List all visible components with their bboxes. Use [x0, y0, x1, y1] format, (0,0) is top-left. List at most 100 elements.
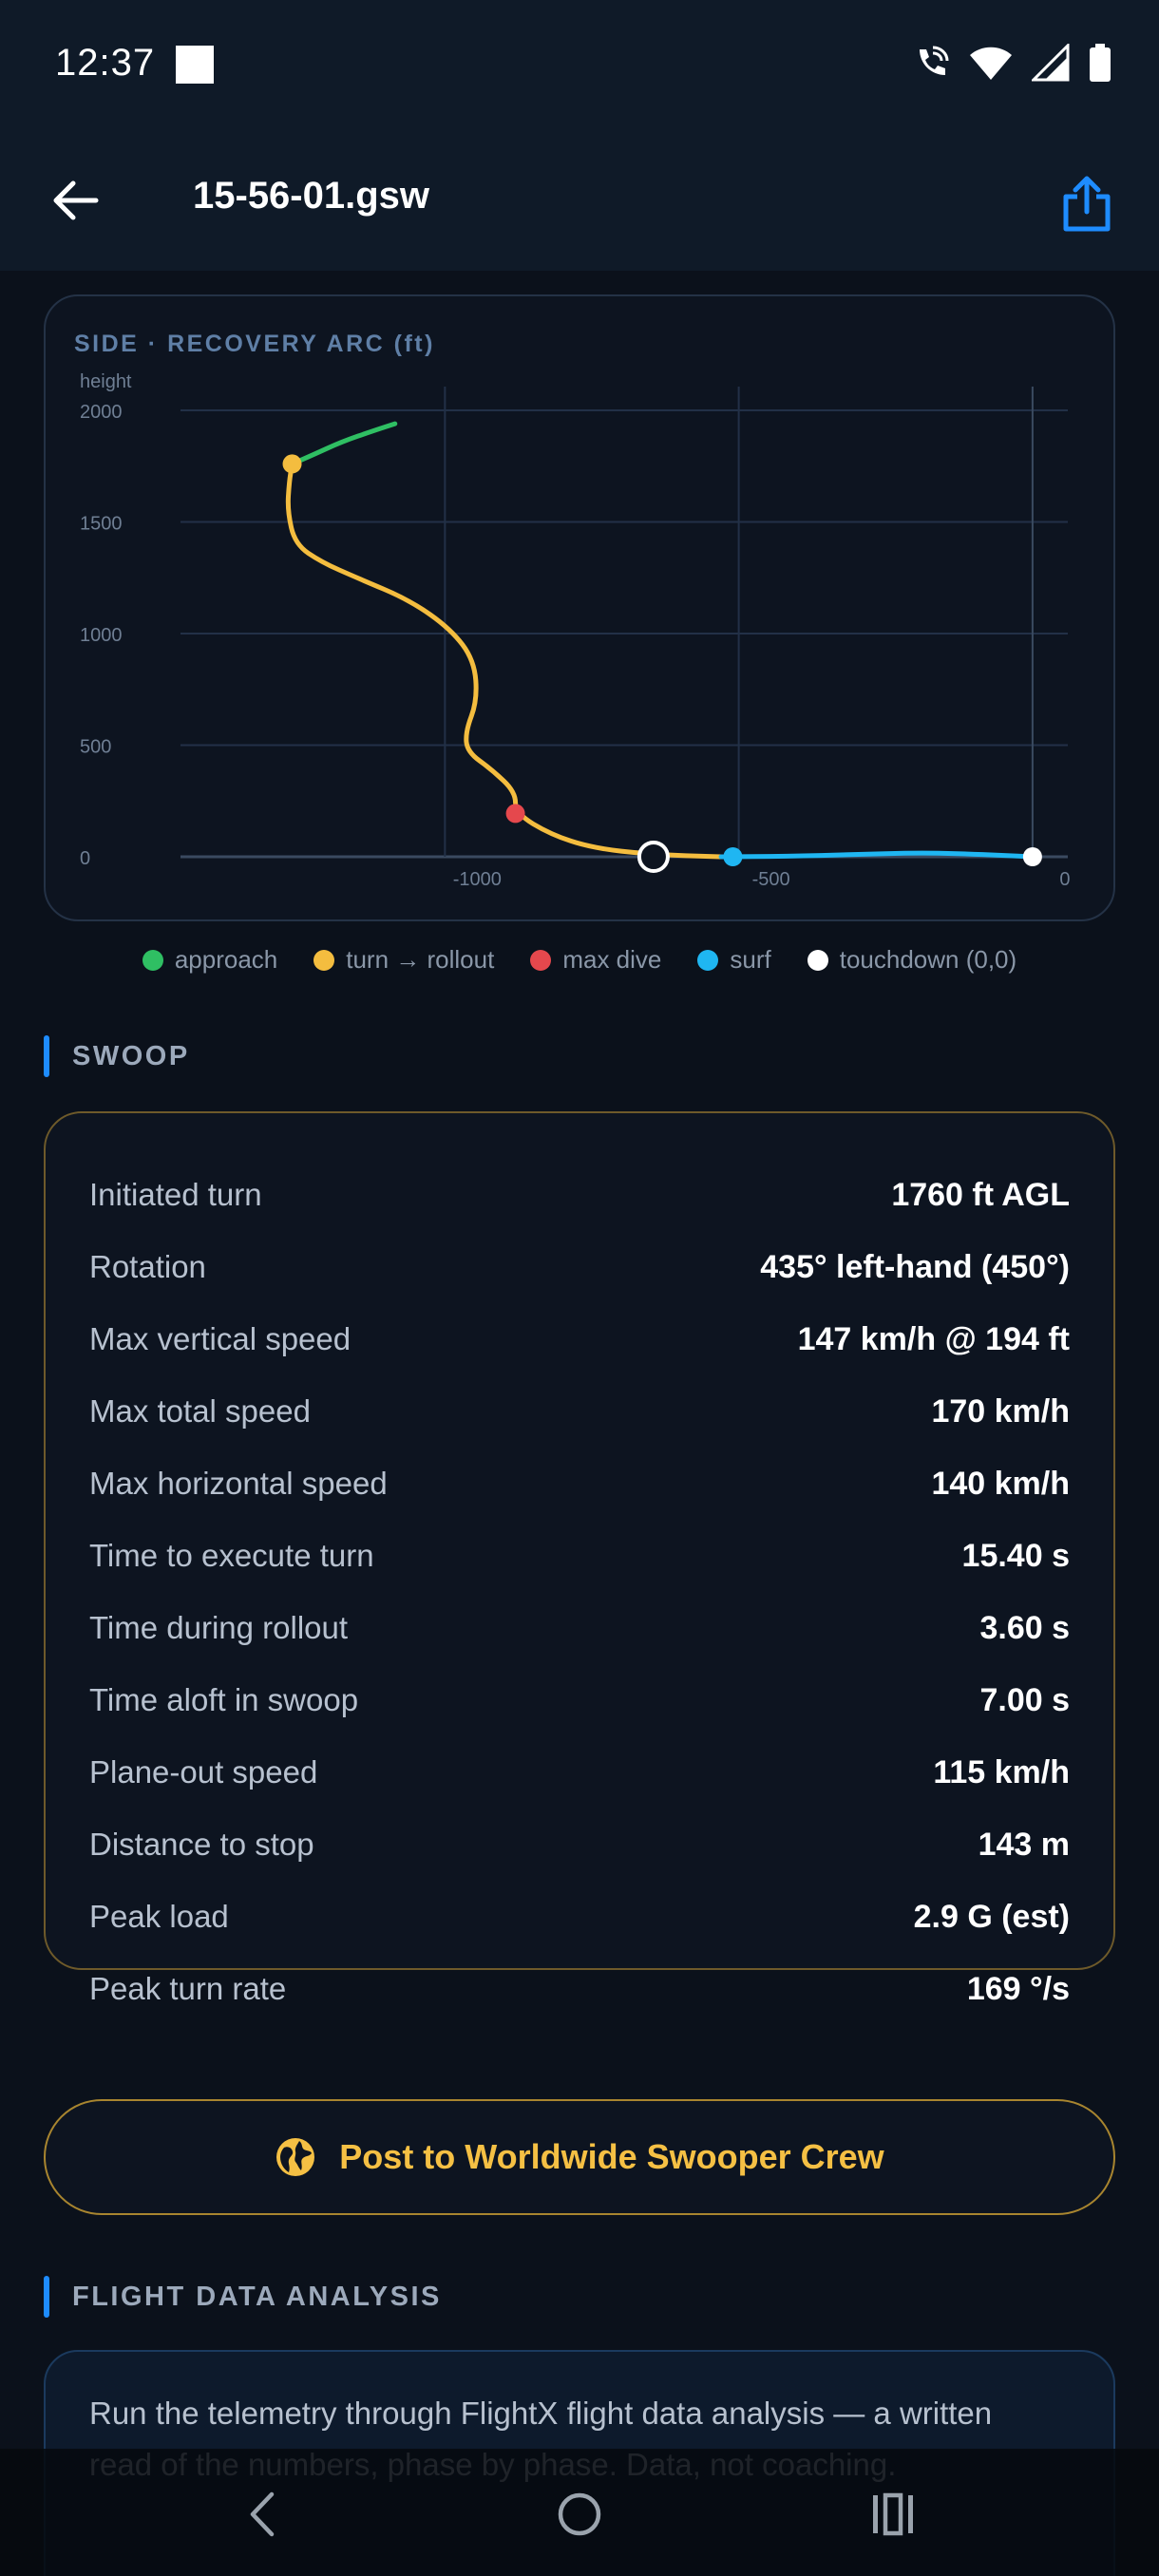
legend-label: turn → rollout — [346, 945, 495, 974]
stat-value: 7.00 s — [979, 1681, 1070, 1718]
stat-label: Initiated turn — [89, 1177, 262, 1212]
legend-swatch — [697, 949, 719, 971]
status-time: 12:37 — [55, 42, 156, 84]
analysis-section-header: FLIGHT DATA ANALYSIS — [44, 2276, 442, 2318]
legend-item: surf — [697, 945, 771, 975]
nav-recents-button[interactable] — [850, 2472, 936, 2557]
legend-swatch — [142, 949, 163, 971]
stat-label: Max vertical speed — [89, 1321, 352, 1356]
wifi-calling-icon — [920, 46, 949, 75]
system-nav-bar — [0, 2449, 1159, 2576]
legend-item: touchdown (0,0) — [807, 945, 1017, 975]
stat-row: Initiated turn 1760 ft AGL — [89, 1159, 1070, 1231]
notification-icon — [176, 46, 214, 84]
legend-label: touchdown (0,0) — [839, 945, 1017, 974]
arrow-left-icon — [53, 180, 99, 220]
status-bar: 12:37 — [0, 0, 1159, 133]
legend-label: max dive — [562, 945, 662, 974]
series-line-surf — [718, 850, 1036, 860]
app-bar: 15-56-01.gsw — [0, 133, 1159, 271]
share-icon — [1063, 176, 1111, 232]
stat-row: Max vertical speed 147 km/h @ 194 ft — [89, 1303, 1070, 1375]
wifi-icon — [970, 47, 1012, 80]
screen: 12:37 15-56-01.gsw SIDE · RECOVERY ARC (… — [0, 0, 1159, 2576]
stat-row: Rotation 435° left-hand (450°) — [89, 1231, 1070, 1303]
stat-value: 169 °/s — [966, 1970, 1070, 2007]
chart-legend: approach turn → rollout max dive surf touchd… — [0, 945, 1159, 975]
legend-swatch — [807, 949, 828, 971]
stat-row: Peak load 2.9 G (est) — [89, 1881, 1070, 1953]
stat-label: Distance to stop — [89, 1827, 314, 1862]
x-tick-label: 0 — [1059, 869, 1070, 890]
globe-icon — [276, 2138, 315, 2176]
stat-row: Max total speed 170 km/h — [89, 1375, 1070, 1448]
stat-label: Max total speed — [89, 1393, 311, 1429]
recovery-arc-chart: 0 500 1000 1500 2000 -1000 -500 0 height — [80, 371, 1070, 890]
stat-row: Time during rollout 3.60 s — [89, 1592, 1070, 1664]
home-nav-icon — [558, 2492, 601, 2536]
legend-swatch — [314, 949, 335, 971]
status-icons — [912, 42, 1112, 84]
stat-row: Peak turn rate 169 °/s — [89, 1953, 1070, 2025]
y-tick-label: 1000 — [80, 625, 123, 646]
y-tick-label: 500 — [80, 737, 111, 758]
analysis-section-label: FLIGHT DATA ANALYSIS — [72, 2281, 442, 2312]
stat-label: Rotation — [89, 1249, 206, 1284]
post-to-crew-button[interactable]: Post to Worldwide Swooper Crew — [44, 2099, 1115, 2215]
stat-value: 2.9 G (est) — [913, 1898, 1070, 1935]
stat-value: 170 km/h — [931, 1392, 1070, 1430]
stat-label: Time aloft in swoop — [89, 1682, 359, 1717]
recents-nav-icon — [873, 2492, 913, 2536]
stat-value: 143 m — [978, 1826, 1070, 1863]
stat-label: Peak turn rate — [89, 1971, 287, 2006]
x-tick-label: -1000 — [453, 869, 502, 890]
post-button-label: Post to Worldwide Swooper Crew — [339, 2137, 884, 2176]
file-title: 15-56-01.gsw — [193, 175, 430, 217]
recovery-arc-chart-card: SIDE · RECOVERY ARC (ft) 0 500 1000 1500 200… — [44, 294, 1115, 921]
stat-row: Max horizontal speed 140 km/h — [89, 1448, 1070, 1520]
stat-label: Time to execute turn — [89, 1538, 374, 1573]
x-tick-label: -500 — [752, 869, 790, 890]
y-tick-label: 1500 — [80, 514, 123, 535]
stat-label: Plane-out speed — [89, 1754, 318, 1790]
share-button[interactable] — [1049, 165, 1125, 241]
legend-item: turn → rollout — [314, 945, 494, 975]
marker-rollout-end — [636, 841, 670, 873]
stat-label: Peak load — [89, 1899, 229, 1934]
legend-label: approach — [174, 945, 278, 974]
stat-value: 435° left-hand (450°) — [760, 1248, 1070, 1285]
nav-back-button[interactable] — [219, 2472, 305, 2557]
stat-value: 115 km/h — [933, 1753, 1070, 1790]
back-button[interactable] — [42, 167, 108, 234]
back-nav-icon — [250, 2491, 275, 2537]
section-accent-bar — [44, 2276, 49, 2318]
battery-icon — [1090, 44, 1111, 82]
section-accent-bar — [44, 1035, 49, 1077]
y-tick-label: 2000 — [80, 402, 123, 423]
y-axis-label: height — [80, 371, 132, 392]
stat-label: Max horizontal speed — [89, 1466, 388, 1501]
series-line-approach — [290, 421, 398, 466]
swoop-section-header: SWOOP — [44, 1035, 190, 1077]
stat-row: Time aloft in swoop 7.00 s — [89, 1664, 1070, 1736]
legend-item: max dive — [530, 945, 661, 975]
stat-row: Distance to stop 143 m — [89, 1809, 1070, 1881]
stat-value: 1760 ft AGL — [891, 1176, 1070, 1213]
nav-home-button[interactable] — [537, 2472, 622, 2557]
marker-touchdown — [1022, 847, 1042, 866]
stat-row: Plane-out speed 115 km/h — [89, 1736, 1070, 1809]
stat-label: Time during rollout — [89, 1610, 349, 1645]
legend-swatch — [530, 949, 552, 971]
marker-surf — [723, 847, 743, 866]
stat-row: Time to execute turn 15.40 s — [89, 1520, 1070, 1592]
marker-max-dive — [505, 804, 525, 824]
stat-value: 147 km/h @ 194 ft — [797, 1320, 1070, 1357]
signal-icon — [1032, 44, 1070, 82]
stat-value: 140 km/h — [931, 1465, 1070, 1502]
stat-value: 15.40 s — [961, 1537, 1070, 1574]
stat-value: 3.60 s — [979, 1609, 1070, 1646]
swoop-stats-card: Initiated turn 1760 ft AGL Rotation 435° le… — [44, 1111, 1115, 2007]
marker-turn-start — [282, 454, 302, 474]
y-tick-label: 0 — [80, 848, 90, 869]
legend-item: approach — [142, 945, 277, 975]
